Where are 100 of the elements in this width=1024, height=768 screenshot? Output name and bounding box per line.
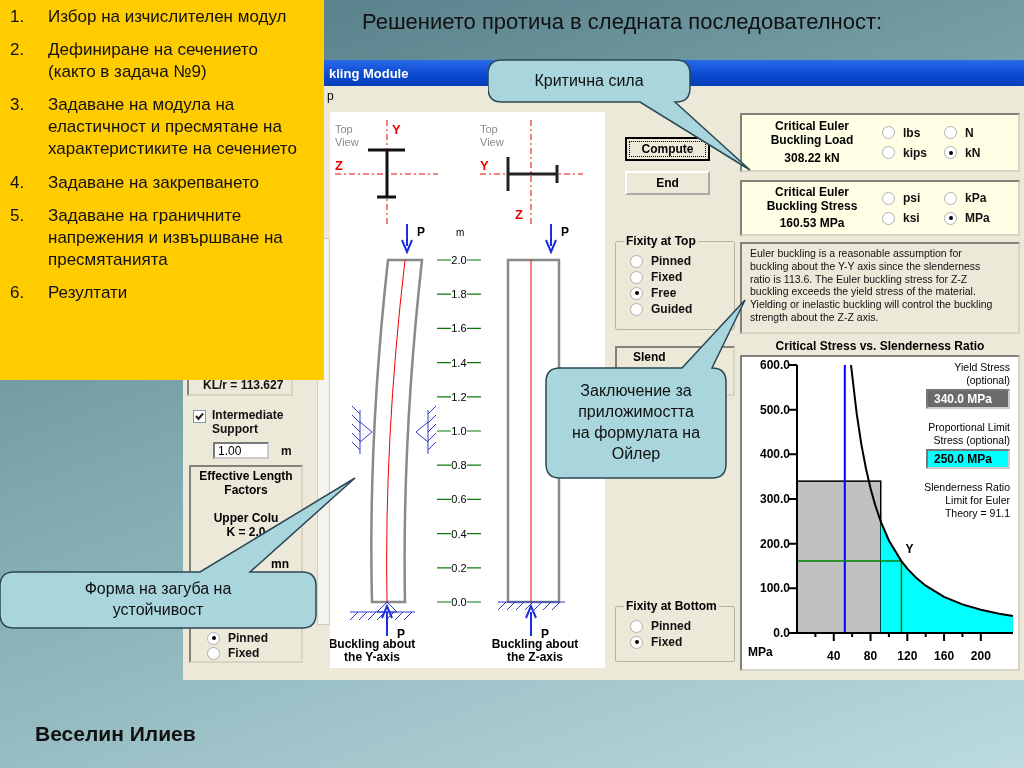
axis-tick-label: 200.0	[759, 536, 790, 551]
view-label: Top View	[335, 123, 359, 148]
group-title: Fixity at Top	[624, 234, 698, 248]
radio-button[interactable]	[630, 635, 643, 649]
radio-label: Fixed	[651, 270, 683, 284]
radio-label: kips	[903, 145, 927, 160]
slide-title: Решението протича в следната последователност:	[362, 9, 883, 35]
callout-text: Заключение за приложимостта на формулата на Ойлер	[570, 381, 702, 464]
step-number: 3.	[10, 94, 26, 117]
axis-tick-label: 200	[970, 649, 991, 663]
scale-tick	[436, 601, 482, 603]
radio-label: N	[965, 125, 974, 140]
result-label: Critical Euler Buckling Load	[769, 120, 855, 148]
radio-button[interactable]	[630, 254, 643, 268]
axis-title: MPa	[748, 645, 773, 659]
scale-label: 1.4	[451, 356, 467, 369]
radio-button[interactable]	[944, 211, 957, 225]
axis-tick-label: 80	[863, 649, 878, 663]
support-position-field[interactable]: 1.00	[213, 442, 269, 459]
step-number: 1.	[10, 6, 26, 28]
axis-tick-label: 120	[897, 649, 918, 663]
scale-tick	[436, 293, 482, 295]
radio-button[interactable]	[630, 302, 643, 316]
radio-label: kPa	[965, 191, 987, 205]
scale-label: 0.0	[451, 596, 467, 608]
scale-label: 0.2	[451, 561, 467, 574]
result-value: 308.22 kN	[784, 150, 840, 165]
radio-label: Pinned	[228, 631, 268, 645]
checkbox-label: Intermediate Support	[212, 408, 285, 436]
fixed-support	[497, 601, 566, 611]
axis-tick-label: 160	[934, 649, 955, 663]
checkbox[interactable]	[193, 410, 206, 423]
axis-tick-label: 600.0	[759, 358, 790, 372]
scale-label: 1.0	[451, 425, 467, 437]
radio-button[interactable]	[207, 646, 220, 660]
step-text: Дефиниране на сечението (както в задача №9)	[48, 39, 259, 84]
callout-text: Критична сила	[533, 70, 645, 91]
reaction-arrow	[381, 603, 393, 637]
menu-item[interactable]: p	[327, 89, 334, 103]
point-label: Y	[905, 542, 914, 557]
step-text: Задаване на граничните напрежения и извършване на пресмятанията	[48, 204, 284, 271]
scale-tick	[436, 464, 482, 466]
axis-label: Z	[515, 207, 523, 222]
scale-tick	[436, 567, 482, 569]
radio-label: Pinned	[651, 254, 691, 268]
radio-button[interactable]	[882, 126, 895, 139]
scale-label: 1.2	[451, 390, 467, 403]
scale-label: 1.6	[451, 322, 467, 335]
axis-tick-label: 100.0	[759, 581, 790, 596]
author-name: Веселин Илиев	[34, 722, 197, 747]
axis-tick-label: 0.0	[773, 626, 790, 640]
scale-label: 0.8	[451, 459, 467, 472]
factor-text: mn	[271, 557, 289, 571]
result-label: Critical Euler Buckling Stress	[765, 185, 859, 214]
scale-label: 1.8	[451, 288, 467, 301]
conclusion-text: Euler buckling is a reasonable assumption for buckling about the Y-Y axis since the slenderness ratio is 113.6. The Euler buckling stress for Z-Z buckling exceeds the yield stress of the material. Yielding or inelastic buckling will control the buckling strength about the Z-Z axis.	[740, 242, 1020, 334]
pin-support	[349, 601, 416, 621]
step-text: Избор на изчислителен модул	[48, 6, 288, 28]
radio-button[interactable]	[882, 146, 895, 159]
action-button[interactable]: End	[625, 171, 710, 195]
radio-button[interactable]	[944, 146, 957, 159]
radio-button[interactable]	[207, 631, 220, 645]
callout-text: Форма на загуба на устойчивост	[83, 579, 233, 620]
scale-tick	[436, 498, 482, 500]
scale-label: 0.6	[451, 493, 467, 506]
radio-label: Pinned	[651, 619, 691, 633]
scale-tick	[436, 259, 482, 261]
action-button[interactable]: Compute	[625, 137, 710, 161]
step-number: 6.	[10, 281, 26, 304]
radio-button[interactable]	[630, 270, 643, 284]
load-arrow	[545, 223, 557, 255]
scale-label: 2.0	[451, 254, 467, 266]
chart-title: Critical Stress vs. Slenderness Ratio	[774, 339, 986, 355]
radio-button[interactable]	[882, 211, 895, 225]
result-value: 160.53 MPa	[779, 216, 845, 231]
load-label: P	[561, 225, 569, 239]
radio-button[interactable]	[944, 126, 957, 139]
radio-label: kN	[965, 145, 981, 160]
axis-tick-label: 400.0	[759, 447, 790, 462]
step-number: 5.	[10, 204, 26, 227]
scale-tick	[436, 362, 482, 364]
stress-field[interactable]: 250.0 MPa	[926, 449, 1010, 470]
scale-tick	[436, 327, 482, 329]
unit-label: m	[456, 227, 465, 238]
axis-tick-label: 40	[827, 649, 841, 663]
scale-tick	[436, 430, 482, 432]
scale-tick	[436, 533, 482, 535]
step-number: 4.	[10, 171, 26, 194]
step-text: Резултати	[48, 281, 129, 304]
radio-button[interactable]	[882, 191, 895, 205]
step-text: Задаване на закрепването	[48, 171, 260, 194]
view-label: Top View	[480, 123, 504, 148]
axis-tick-label: 300.0	[759, 492, 790, 506]
radio-button[interactable]	[944, 191, 957, 205]
radio-button[interactable]	[630, 619, 643, 633]
radio-label: Guided	[651, 302, 693, 316]
radio-label: Fixed	[228, 646, 260, 660]
axis-tick-label: 500.0	[759, 402, 790, 417]
scale-tick	[436, 396, 482, 398]
radio-button[interactable]	[630, 286, 643, 300]
